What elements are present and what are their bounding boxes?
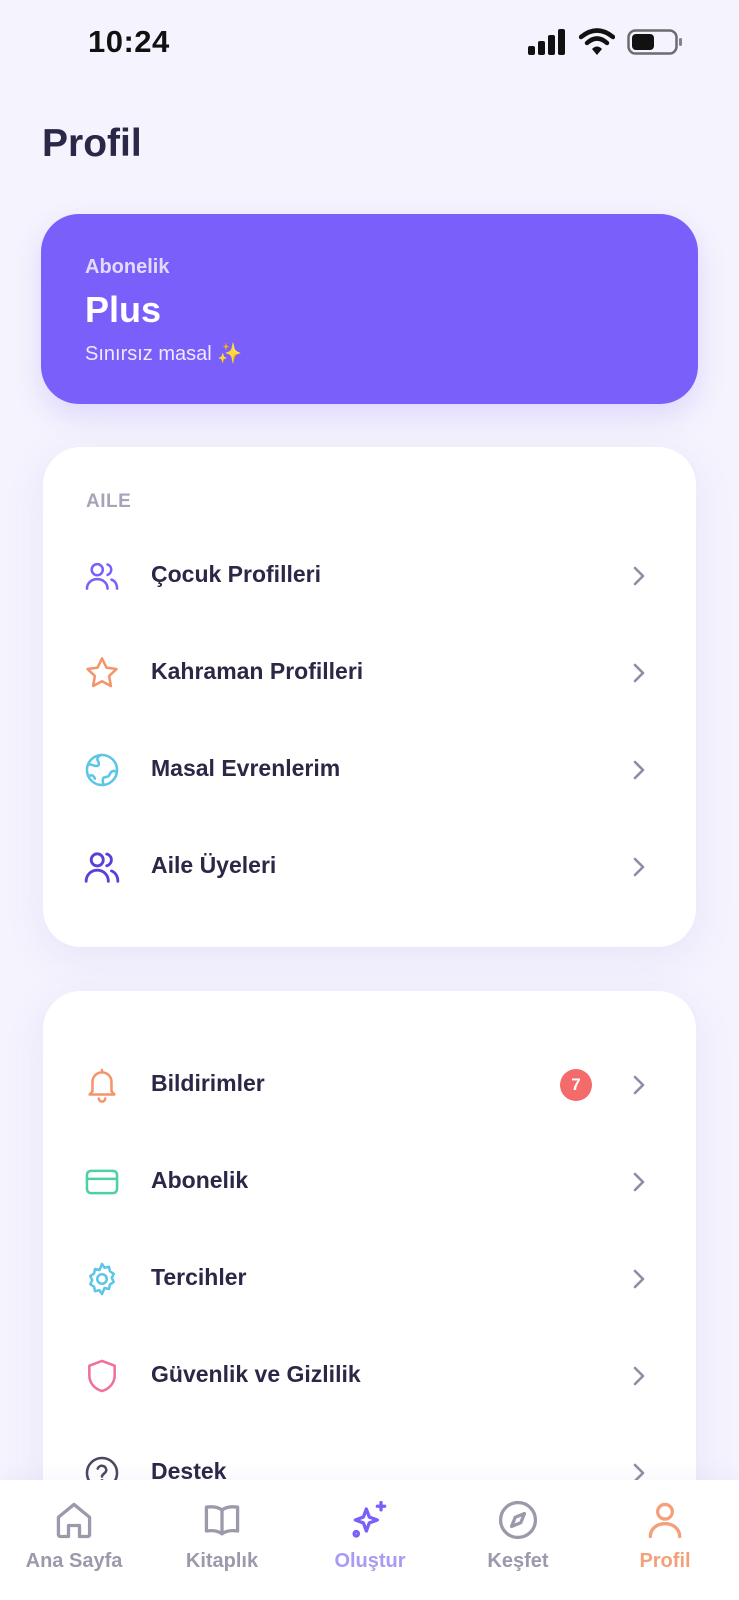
status-time: 10:24 (88, 24, 170, 59)
signal-icon (528, 29, 565, 55)
family-card: AILE Çocuk Profilleri Kahraman Profiller… (43, 447, 696, 947)
menu-item-label: Abonelik (151, 1167, 249, 1193)
subscription-card[interactable]: Abonelik Plus Sınırsız masal ✨ (41, 214, 698, 404)
tab-label: Oluştur (334, 1550, 406, 1572)
menu-item-label: Bildirimler (151, 1070, 265, 1096)
battery-icon (627, 29, 682, 55)
status-icons (527, 28, 683, 56)
menu-item-label: Masal Evrenlerim (151, 755, 341, 781)
book-icon (204, 1505, 240, 1536)
tab-label: Kitaplık (185, 1550, 259, 1572)
page-title: Profil (42, 122, 142, 165)
menu-item-hero-profiles[interactable]: Kahraman Profilleri (43, 624, 696, 721)
tab-home[interactable]: Ana Sayfa (0, 1498, 148, 1588)
subscription-description: Sınırsız masal ✨ (85, 343, 243, 365)
tab-label: Keşfet (487, 1550, 549, 1572)
user-icon (648, 1502, 682, 1539)
home-icon (56, 1502, 92, 1539)
credit-card-icon (85, 1169, 119, 1195)
chevron-right-icon (633, 760, 645, 780)
chevron-right-icon (633, 566, 645, 586)
chevron-right-icon (633, 1075, 645, 1095)
menu-item-label: Çocuk Profilleri (151, 561, 321, 587)
menu-item-story-universes[interactable]: Masal Evrenlerim (43, 721, 696, 818)
tab-profile[interactable]: Profil (591, 1498, 739, 1588)
chevron-right-icon (633, 857, 645, 877)
subscription-plan: Plus (85, 289, 162, 330)
star-icon (86, 657, 118, 688)
status-bar: 10:24 (0, 0, 739, 90)
menu-item-family-members[interactable]: Aile Üyeleri (43, 818, 696, 915)
tab-library[interactable]: Kitaplık (148, 1498, 296, 1588)
menu-item-notifications[interactable]: Bildirimler 7 (43, 1036, 696, 1133)
tab-label: Ana Sayfa (25, 1550, 123, 1572)
notification-count-badge: 7 (560, 1069, 592, 1101)
users-icon (85, 562, 119, 590)
tab-bar: Ana Sayfa Kitaplık Oluştur Keşfet Profil (0, 1480, 739, 1600)
menu-item-child-profiles[interactable]: Çocuk Profilleri (43, 527, 696, 624)
tab-discover[interactable]: Keşfet (444, 1498, 592, 1588)
menu-item-label: Aile Üyeleri (151, 852, 277, 878)
tab-create[interactable]: Oluştur (296, 1498, 444, 1588)
compass-icon (498, 1500, 538, 1540)
shield-icon (88, 1359, 116, 1393)
menu-item-label: Kahraman Profilleri (151, 658, 364, 684)
bell-icon (88, 1068, 116, 1103)
chevron-right-icon (633, 663, 645, 683)
chevron-right-icon (633, 1269, 645, 1289)
section-label-family: AILE (86, 491, 132, 512)
wifi-icon (579, 28, 615, 55)
chevron-right-icon (633, 1172, 645, 1192)
menu-item-security-privacy[interactable]: Güvenlik ve Gizlilik (43, 1327, 696, 1424)
globe-icon (85, 753, 119, 787)
subscription-label: Abonelik (85, 256, 170, 278)
tab-label: Profil (639, 1550, 691, 1572)
user-group-icon (84, 852, 120, 883)
menu-item-label: Tercihler (151, 1264, 247, 1290)
chevron-right-icon (633, 1366, 645, 1386)
menu-item-preferences[interactable]: Tercihler (43, 1230, 696, 1327)
gear-icon (89, 1262, 115, 1296)
sparkles-icon (352, 1500, 387, 1538)
menu-item-label: Güvenlik ve Gizlilik (151, 1361, 361, 1387)
menu-item-subscription[interactable]: Abonelik (43, 1133, 696, 1230)
